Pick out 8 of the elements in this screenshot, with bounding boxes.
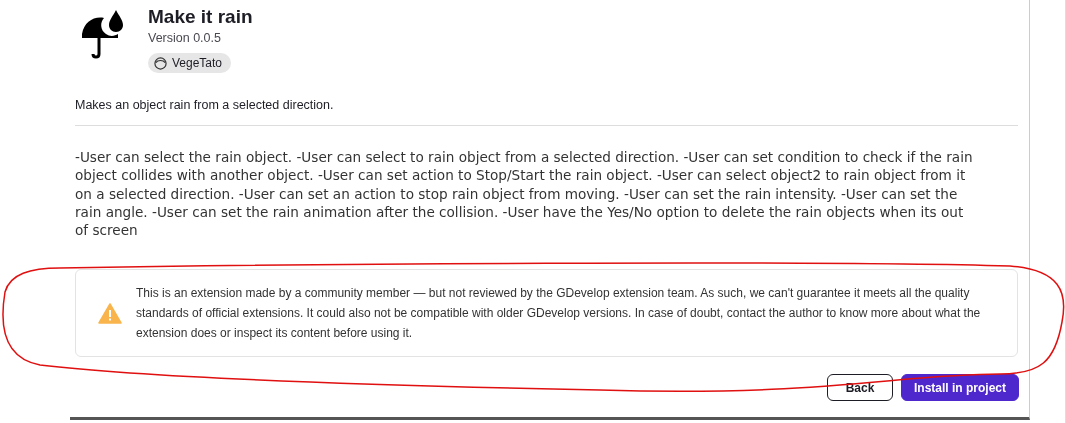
short-description: Makes an object rain from a selected direction.: [75, 98, 1018, 126]
back-button[interactable]: Back: [827, 374, 893, 402]
version-label: Version 0.0.5: [148, 31, 221, 45]
extension-title: Make it rain: [148, 6, 253, 28]
full-description: -User can select the rain object. -User can select to rain object from a selected direction. -User can set condition to check if the rain object collides with another object. -User can set action to Stop/Start the rain object. -User can select object2 to rain object from it on a selected direction. -User can set an action to stop rain object from moving. -User can set the rain intensity. -User can set the rain angle. -User can set the rain animation after the collision. -User have the Yes/No option to delete the rain objects when its out of screen: [75, 148, 974, 240]
author-chip[interactable]: VegeTato: [148, 53, 232, 73]
warning-text: This is an extension made by a community member — but not reviewed by the GDevelop extension team. As such, we can't guarantee it meets all the quality standards of official extensions. It could also not be compatible with older GDevelop versions. In case of doubt, contact the author to know more about what the extension does or inspect its content before using it.: [136, 285, 982, 343]
install-button[interactable]: Install in project: [901, 374, 1019, 402]
